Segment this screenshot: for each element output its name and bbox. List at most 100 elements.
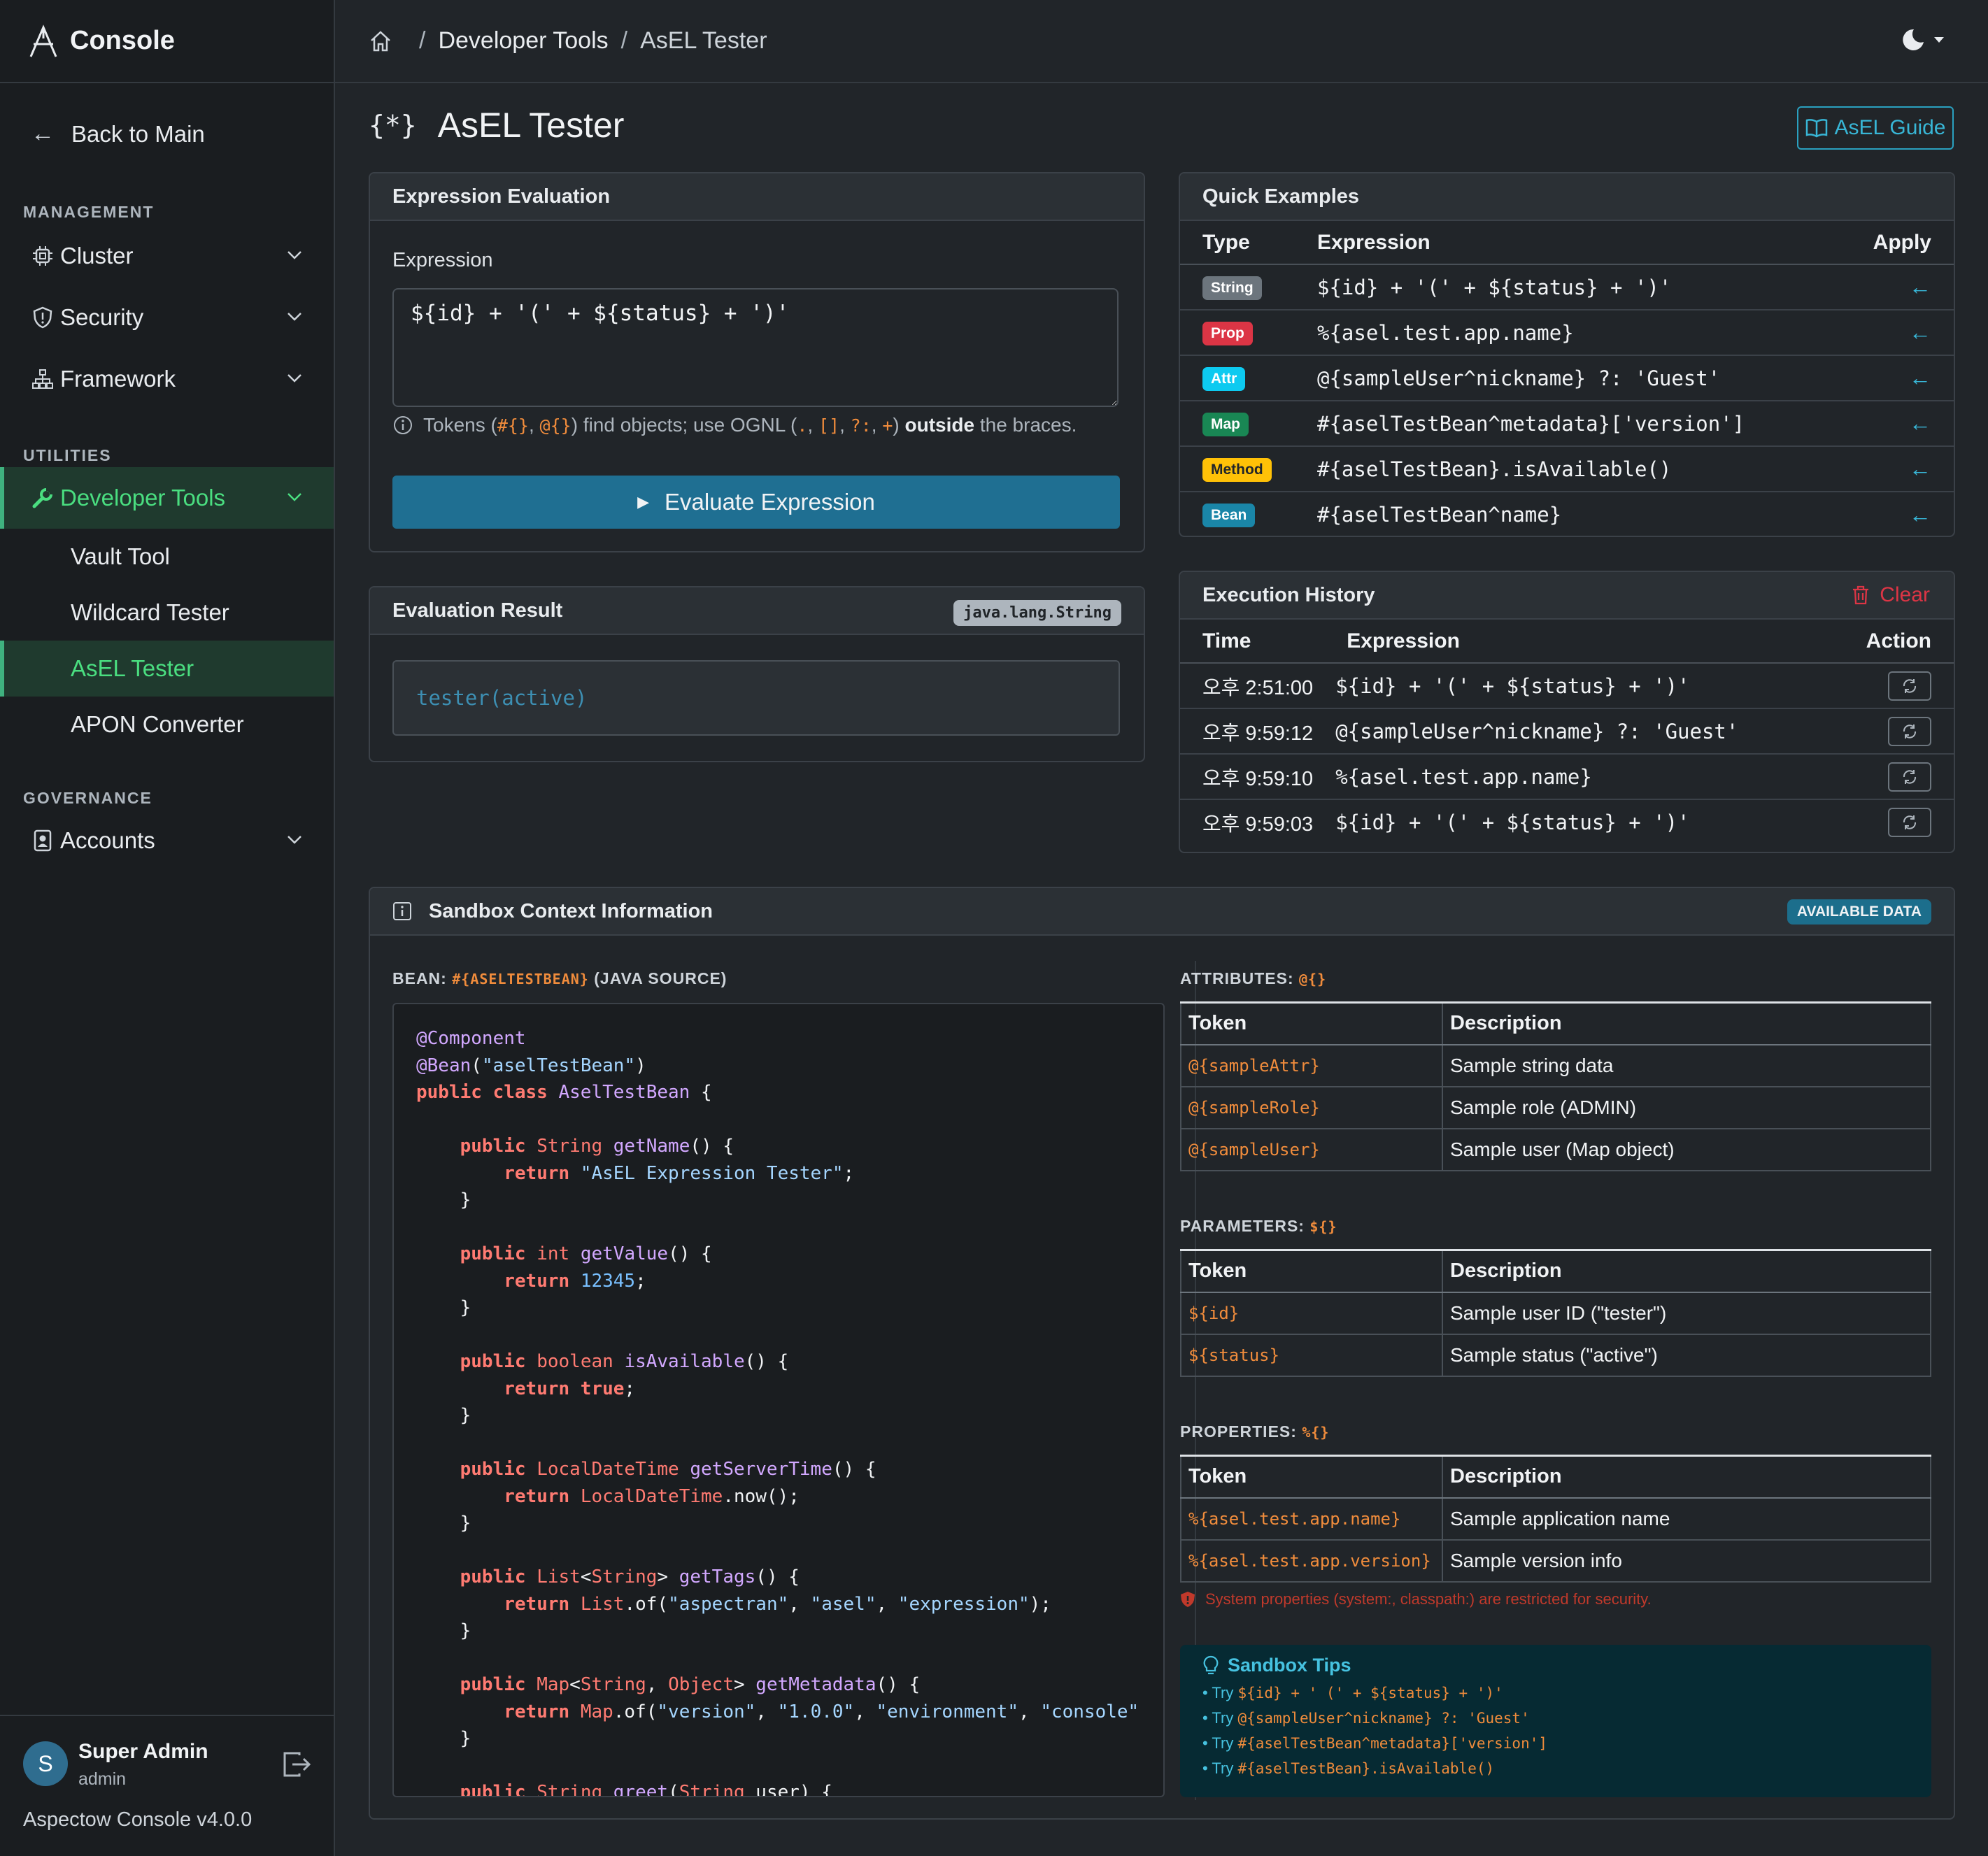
context-description: Sample user ID ("tester") <box>1442 1292 1931 1335</box>
apply-arrow-icon[interactable]: ← <box>1909 456 1931 481</box>
person-badge-icon <box>31 829 55 852</box>
code-token: public <box>460 1674 537 1695</box>
code-token: public class <box>416 1082 559 1103</box>
context-row: @{sampleRole} Sample role (ADMIN) <box>1180 1086 1931 1129</box>
evaluation-result-card: Evaluation Result java.lang.String teste… <box>369 586 1145 762</box>
type-badge: Bean <box>1202 504 1256 527</box>
context-token: %{asel.test.app.version} <box>1180 1539 1443 1583</box>
apply-cell: ← <box>1849 446 1954 492</box>
example-type-cell: Bean <box>1180 492 1295 536</box>
evaluate-label: Evaluate Expression <box>665 489 875 515</box>
sidebar-item-developer-tools[interactable]: Developer Tools <box>0 467 334 529</box>
code-token: List <box>580 1593 625 1615</box>
brand[interactable]: Console <box>0 0 334 83</box>
code-token: String <box>679 1782 756 1797</box>
code-token: int <box>537 1243 581 1264</box>
sidebar-item-accounts[interactable]: Accounts <box>0 810 334 871</box>
apply-arrow-icon[interactable]: ← <box>1909 365 1931 390</box>
hint-text: ) find objects; use OGNL ( <box>571 414 797 436</box>
history-action-cell <box>1843 708 1954 755</box>
page-title-text: AsEL Tester <box>437 106 625 145</box>
example-expression: #{aselTestBean^metadata}['version'] <box>1295 401 1849 447</box>
context-description: Sample string data <box>1442 1044 1931 1087</box>
column-header: Description <box>1442 1250 1931 1293</box>
code-token: public <box>460 1351 537 1372</box>
context-description: Sample version info <box>1442 1539 1931 1583</box>
rerun-button[interactable] <box>1888 671 1931 701</box>
breadcrumb-developer-tools[interactable]: Developer Tools <box>438 27 608 55</box>
column-header: Description <box>1442 1002 1931 1045</box>
section-label-management: MANAGEMENT <box>23 203 155 221</box>
evaluate-button[interactable]: ▶ Evaluate Expression <box>392 476 1120 529</box>
code-token: } <box>416 1620 471 1641</box>
apply-arrow-icon[interactable]: ← <box>1909 274 1931 299</box>
example-row: Map #{aselTestBean^metadata}['version'] ← <box>1180 401 1954 447</box>
hint-operator: [] <box>818 415 840 436</box>
code-line: public List<String> getTags() { <box>416 1564 1141 1591</box>
sidebar-subitem-vault-tool[interactable]: Vault Tool <box>0 529 334 585</box>
column-header: Time <box>1180 620 1325 664</box>
tip-code: #{aselTestBean}.isAvailable() <box>1237 1760 1495 1777</box>
quick-examples-table: Type Expression Apply String ${id} + '(' … <box>1180 221 1954 536</box>
hint-text: , <box>807 414 818 436</box>
asel-guide-label: AsEL Guide <box>1834 116 1946 139</box>
code-line: return List.of("aspectran", "asel", "exp… <box>416 1591 1141 1618</box>
hint-text: , <box>871 414 883 436</box>
rerun-button[interactable] <box>1888 716 1931 746</box>
sidebar-subitem-apon-converter[interactable]: APON Converter <box>0 697 334 752</box>
apply-arrow-icon[interactable]: ← <box>1909 502 1931 527</box>
chevron-down-icon <box>287 374 301 383</box>
shield-exclamation-icon <box>1181 1592 1195 1607</box>
history-row: 오후 9:59:12 @{sampleUser^nickname} ?: 'Gue… <box>1180 708 1954 755</box>
code-token: public <box>460 1782 537 1797</box>
parameters-section-label: PARAMETERS: ${} <box>1180 1217 1337 1236</box>
logout-icon[interactable] <box>283 1751 312 1778</box>
theme-toggle[interactable] <box>1900 27 1946 53</box>
apply-arrow-icon[interactable]: ← <box>1909 320 1931 345</box>
app-version: Aspectow Console v4.0.0 <box>23 1808 253 1831</box>
avatar[interactable]: S <box>23 1741 68 1786</box>
code-token: public <box>460 1136 537 1157</box>
sidebar-item-label: Developer Tools <box>60 485 226 511</box>
code-token: String <box>537 1136 613 1157</box>
context-row: ${id} Sample user ID ("tester") <box>1180 1292 1931 1335</box>
braces-asterisk-icon: {*} <box>369 110 417 141</box>
code-token: "expression" <box>897 1593 1030 1615</box>
asel-guide-button[interactable]: AsEL Guide <box>1797 106 1954 150</box>
arrow-repeat-icon <box>1903 815 1917 829</box>
chevron-down-icon <box>287 313 301 321</box>
expression-input[interactable] <box>392 288 1119 407</box>
sidebar-subitem-wildcard-tester[interactable]: Wildcard Tester <box>0 585 334 641</box>
tip-item: • Try ${id} + ' (' + ${status} + ')' <box>1202 1684 1503 1701</box>
sidebar-item-framework[interactable]: Framework <box>0 348 334 410</box>
tips-list: • Try ${id} + ' (' + ${status} + ')' • Tr… <box>1202 1680 1909 1781</box>
column-header: Action <box>1843 620 1954 664</box>
code-token: .now(); <box>723 1485 800 1507</box>
page-title: {*} AsEL Tester <box>369 105 624 145</box>
clear-label: Clear <box>1880 583 1930 606</box>
context-description: Sample user (Map object) <box>1442 1128 1931 1171</box>
sidebar-subitem-asel-tester[interactable]: AsEL Tester <box>0 641 334 697</box>
rerun-button[interactable] <box>1888 762 1931 792</box>
code-line: } <box>416 1187 1141 1214</box>
clear-history-button[interactable]: Clear <box>1852 583 1930 607</box>
sidebar-item-cluster[interactable]: Cluster <box>0 225 334 287</box>
code-line: } <box>416 1725 1141 1753</box>
properties-token: %{} <box>1302 1424 1330 1441</box>
apply-arrow-icon[interactable]: ← <box>1909 411 1931 436</box>
back-to-main-link[interactable]: ← Back to Main <box>31 120 205 148</box>
code-token: , <box>1018 1701 1041 1722</box>
home-icon[interactable] <box>369 29 392 53</box>
rerun-button[interactable] <box>1888 808 1931 837</box>
security-note: System properties (system:, classpath:) … <box>1180 1590 1652 1608</box>
code-token: Map <box>580 1701 613 1722</box>
sidebar-item-security[interactable]: Security <box>0 287 334 348</box>
code-token: > <box>657 1566 679 1587</box>
history-time: 오후 9:59:03 <box>1202 813 1314 836</box>
hint-text: , <box>528 414 540 436</box>
code-token: , <box>755 1701 778 1722</box>
